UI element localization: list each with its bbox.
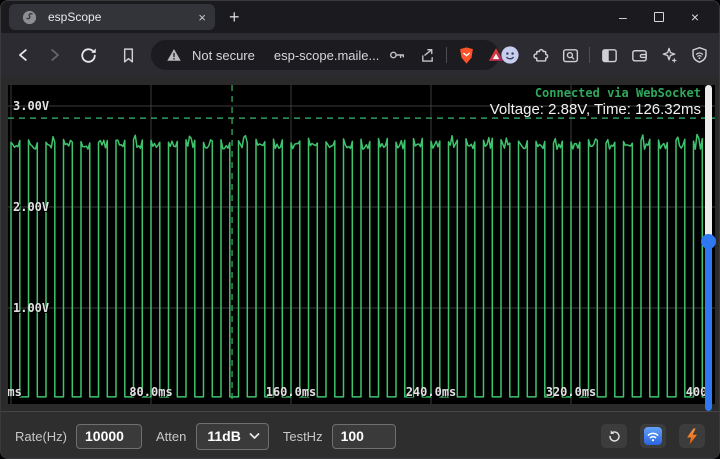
toolbar-right-icons bbox=[499, 44, 720, 66]
refresh-button[interactable] bbox=[601, 424, 627, 448]
brave-shields-icon[interactable] bbox=[455, 44, 477, 66]
rate-label: Rate(Hz) bbox=[15, 429, 67, 444]
search-box-icon[interactable] bbox=[559, 44, 581, 66]
leo-ai-sparkle-icon[interactable] bbox=[658, 44, 680, 66]
reload-icon[interactable] bbox=[77, 44, 99, 66]
lightning-bolt-icon bbox=[685, 428, 699, 445]
url-bar[interactable]: Not secure esp-scope.maile... bbox=[151, 40, 499, 70]
tab-espscope[interactable]: espScope × bbox=[9, 4, 215, 30]
vpn-shield-icon[interactable] bbox=[688, 44, 710, 66]
page-content: Connected via WebSocket Voltage: 2.88V, … bbox=[1, 77, 719, 411]
url-text: esp-scope.maile... bbox=[274, 48, 380, 63]
maximize-button[interactable] bbox=[654, 12, 664, 22]
window-controls: – × bbox=[619, 10, 719, 24]
favicon-globe-icon bbox=[18, 6, 40, 28]
rate-input[interactable] bbox=[76, 424, 142, 449]
atten-label: Atten bbox=[156, 429, 186, 444]
testhz-input[interactable] bbox=[332, 424, 396, 449]
sidebar-toggle-icon[interactable] bbox=[598, 44, 620, 66]
warning-icon bbox=[163, 44, 185, 66]
minimize-button[interactable]: – bbox=[619, 10, 627, 24]
forward-icon[interactable] bbox=[43, 44, 65, 66]
wifi-button[interactable] bbox=[640, 424, 666, 448]
tab-close-icon[interactable]: × bbox=[198, 11, 206, 24]
divider bbox=[446, 47, 447, 63]
wifi-icon bbox=[644, 427, 662, 445]
tab-strip: espScope × + – × bbox=[1, 1, 719, 33]
chevron-down-icon bbox=[249, 432, 260, 440]
close-button[interactable]: × bbox=[691, 10, 699, 24]
extensions-icon[interactable] bbox=[529, 44, 551, 66]
share-icon[interactable] bbox=[416, 44, 438, 66]
browser-window: espScope × + – × Not secure esp-scope bbox=[0, 0, 720, 459]
browser-toolbar: Not secure esp-scope.maile... bbox=[1, 33, 719, 77]
scope-action-buttons bbox=[601, 424, 705, 448]
wallet-icon[interactable] bbox=[628, 44, 650, 66]
slider-track-lower[interactable] bbox=[705, 241, 712, 411]
divider bbox=[589, 47, 590, 63]
slider-track-upper[interactable] bbox=[705, 85, 712, 241]
key-icon[interactable] bbox=[386, 44, 408, 66]
bookmark-icon[interactable] bbox=[117, 44, 139, 66]
new-tab-button[interactable]: + bbox=[229, 8, 240, 26]
testhz-label: TestHz bbox=[283, 429, 323, 444]
profile-avatar-icon[interactable] bbox=[499, 44, 521, 66]
tab-title: espScope bbox=[48, 10, 190, 24]
security-warning-label: Not secure bbox=[192, 48, 255, 63]
scope-controls-bar: Rate(Hz) Atten 11dB TestHz bbox=[1, 411, 719, 459]
refresh-icon bbox=[607, 429, 622, 444]
scope-vertical-slider[interactable] bbox=[704, 85, 713, 411]
back-icon[interactable] bbox=[13, 44, 35, 66]
slider-thumb[interactable] bbox=[701, 234, 716, 249]
atten-select[interactable]: 11dB bbox=[196, 423, 268, 450]
power-button[interactable] bbox=[679, 424, 705, 448]
waveform-plot bbox=[8, 85, 715, 404]
oscilloscope-canvas[interactable]: Connected via WebSocket Voltage: 2.88V, … bbox=[8, 85, 715, 404]
atten-selected-value: 11dB bbox=[207, 428, 240, 444]
